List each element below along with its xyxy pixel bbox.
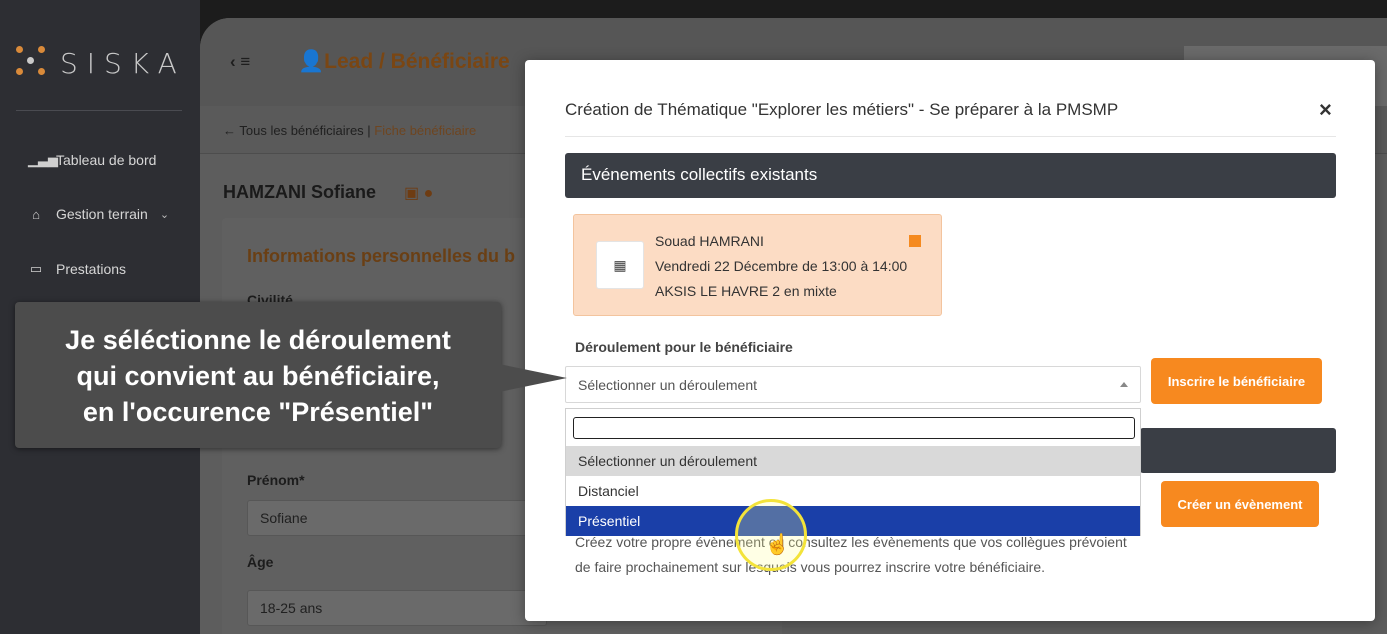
hand-cursor-icon: ☝: [765, 534, 790, 556]
deroulement-dropdown: Sélectionner un déroulement Distanciel P…: [565, 408, 1141, 536]
select-value: Sélectionner un déroulement: [578, 377, 758, 393]
deroulement-label: Déroulement pour le bénéficiaire: [575, 339, 793, 355]
option-presentiel[interactable]: Présentiel: [566, 506, 1140, 536]
modal-divider: [565, 136, 1336, 137]
sidebar-item-gestion-terrain[interactable]: ⌂ Gestion terrain ⌄: [28, 206, 169, 222]
help-text-line2: de faire prochainement sur lesquels vous…: [575, 559, 1046, 575]
window-icon: ▭: [29, 261, 43, 276]
sidebar-divider: [16, 110, 182, 111]
callout-line3: en l'occurence "Présentiel": [82, 397, 434, 427]
age-label: Âge: [247, 554, 274, 570]
callout-line1: Je séléctionne le déroulement: [65, 325, 451, 355]
chevron-down-icon: ⌄: [159, 208, 170, 221]
menu-toggle-icon[interactable]: ‹ ≡: [230, 52, 250, 72]
option-distanciel[interactable]: Distanciel: [566, 476, 1140, 506]
chart-icon: ▁▃▅: [28, 152, 58, 167]
firstname-label: Prénom*: [247, 472, 305, 488]
event-status-dot: [909, 235, 921, 247]
event-datetime: Vendredi 22 Décembre de 13:00 à 14:00: [655, 258, 908, 274]
age-field[interactable]: 18-25 ans: [247, 590, 547, 626]
logo-text: SISKA: [60, 46, 186, 80]
section-title: Informations personnelles du b: [247, 246, 516, 266]
callout-line2: qui convient au bénéficiaire,: [76, 361, 440, 391]
sidebar-item-label: Gestion terrain: [56, 206, 148, 222]
option-placeholder[interactable]: Sélectionner un déroulement: [566, 446, 1140, 476]
inscribe-button[interactable]: Inscrire le bénéficiaire: [1151, 358, 1322, 404]
dropdown-search-input[interactable]: [573, 417, 1135, 439]
breadcrumb: ← Tous les bénéficiaires | Fiche bénéfic…: [223, 123, 476, 138]
arrow-left-icon: ←: [223, 123, 236, 138]
sidebar-item-tableau-de-bord[interactable]: ▁▃▅ Tableau de bord: [28, 152, 156, 168]
contact-card-icon[interactable]: ▣ ●: [404, 183, 433, 203]
section-band: [1140, 428, 1336, 473]
event-card[interactable]: ▦ Souad HAMRANI Vendredi 22 Décembre de …: [573, 214, 942, 316]
event-location: AKSIS LE HAVRE 2 en mixte: [655, 283, 837, 299]
callout-text: Je séléctionne le déroulement qui convie…: [15, 322, 501, 430]
thematique-modal: Création de Thématique "Explorer les mét…: [525, 60, 1375, 621]
sidebar-item-label: Prestations: [56, 261, 127, 277]
close-icon[interactable]: ×: [1319, 97, 1332, 123]
existing-events-heading: Événements collectifs existants: [565, 153, 1336, 198]
breadcrumb-back-link[interactable]: Tous les bénéficiaires |: [239, 123, 370, 138]
house-icon: ⌂: [32, 206, 40, 222]
tutorial-callout: Je séléctionne le déroulement qui convie…: [15, 302, 501, 448]
calendar-icon: ▦: [596, 241, 644, 289]
event-organizer: Souad HAMRANI: [655, 233, 764, 249]
beneficiary-name: HAMZANI Sofiane: [223, 182, 376, 202]
deroulement-select[interactable]: Sélectionner un déroulement: [565, 366, 1141, 403]
firstname-field[interactable]: Sofiane: [247, 500, 547, 536]
sidebar-item-label: Tableau de bord: [56, 152, 157, 168]
siska-logo-icon: [16, 46, 50, 80]
siska-logo: SISKA: [16, 46, 186, 80]
page-title: 👤Lead / Bénéficiaire: [298, 50, 510, 73]
breadcrumb-current: Fiche bénéficiaire: [374, 123, 477, 138]
sidebar-item-prestations[interactable]: ▭ Prestations: [28, 261, 126, 277]
user-icon: 👤: [298, 50, 325, 73]
create-event-button[interactable]: Créer un évènement: [1161, 481, 1319, 527]
caret-up-icon: [1120, 382, 1128, 387]
modal-title: Création de Thématique "Explorer les mét…: [565, 100, 1119, 119]
chat-bubble-icon[interactable]: ●: [424, 185, 434, 202]
callout-pointer: [499, 364, 567, 392]
